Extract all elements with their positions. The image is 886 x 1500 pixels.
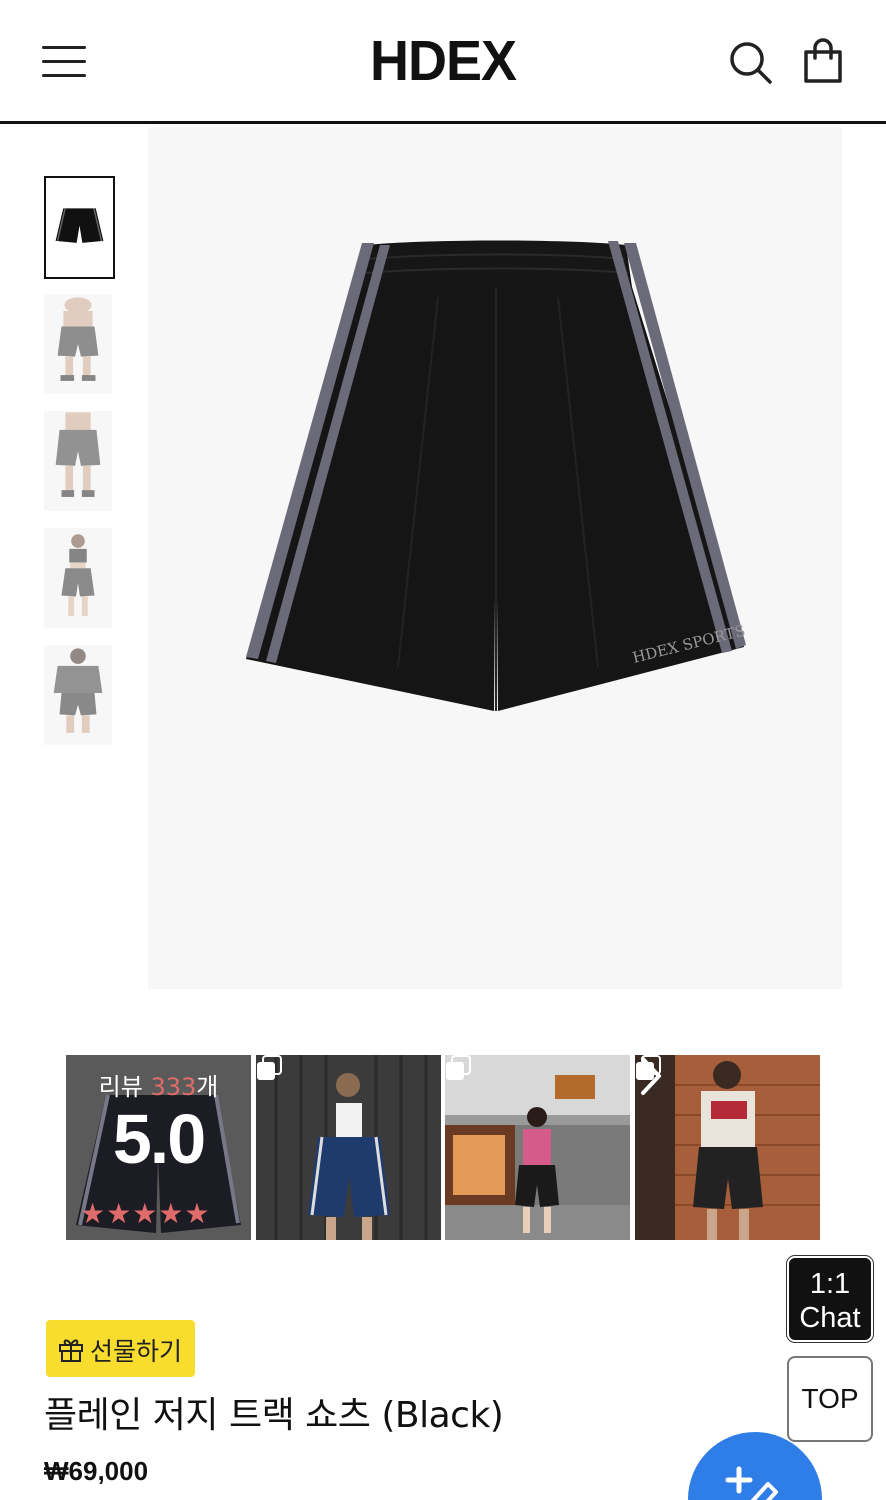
review-summary[interactable]: 리뷰 333개 5.0 ★★★★★ — [66, 1055, 251, 1240]
review-stars: ★★★★★ — [80, 1197, 211, 1230]
gift-label: 선물하기 — [90, 1337, 183, 1366]
gift-icon — [59, 1339, 83, 1362]
main-product-image[interactable]: HDEX SPORTS — [148, 127, 842, 989]
thumbnail-model-back[interactable] — [44, 645, 112, 745]
chat-button[interactable]: 1:1 Chat — [787, 1256, 873, 1342]
shopping-bag-icon[interactable] — [802, 38, 844, 84]
thumbnail-model-front-1[interactable] — [44, 294, 112, 394]
review-score: 5.0 — [112, 1100, 206, 1178]
chevron-right-icon[interactable] — [635, 1055, 665, 1097]
product-price: ₩69,000 — [44, 1456, 149, 1486]
review-photo-3[interactable] — [635, 1055, 820, 1240]
gift-button[interactable]: 선물하기 — [46, 1320, 195, 1377]
review-strip: 리뷰 333개 5.0 ★★★★★ — [66, 1055, 820, 1240]
thumbnail-model-female[interactable] — [44, 528, 112, 628]
plus-pen-icon — [725, 1466, 778, 1500]
thumbnail-model-front-2[interactable] — [44, 411, 112, 511]
review-photo-2[interactable] — [445, 1055, 630, 1240]
chat-label-top: 1:1 — [809, 1268, 851, 1300]
product-title: 플레인 저지 트랙 쇼츠 (Black) — [44, 1395, 504, 1436]
chat-label-bottom: Chat — [799, 1302, 861, 1334]
scroll-top-button[interactable]: TOP — [787, 1356, 873, 1442]
search-icon[interactable] — [728, 40, 774, 86]
review-count-number: 333 — [150, 1073, 197, 1101]
thumbnail-list — [44, 176, 116, 762]
multi-photo-icon — [257, 1055, 282, 1080]
review-photo-1[interactable] — [256, 1055, 441, 1240]
review-count: 리뷰 333개 — [98, 1073, 219, 1101]
thumbnail-flat-shorts[interactable] — [44, 176, 115, 279]
write-review-fab[interactable] — [688, 1432, 822, 1500]
site-header: HDEX — [0, 0, 886, 124]
multi-photo-icon — [446, 1055, 471, 1080]
